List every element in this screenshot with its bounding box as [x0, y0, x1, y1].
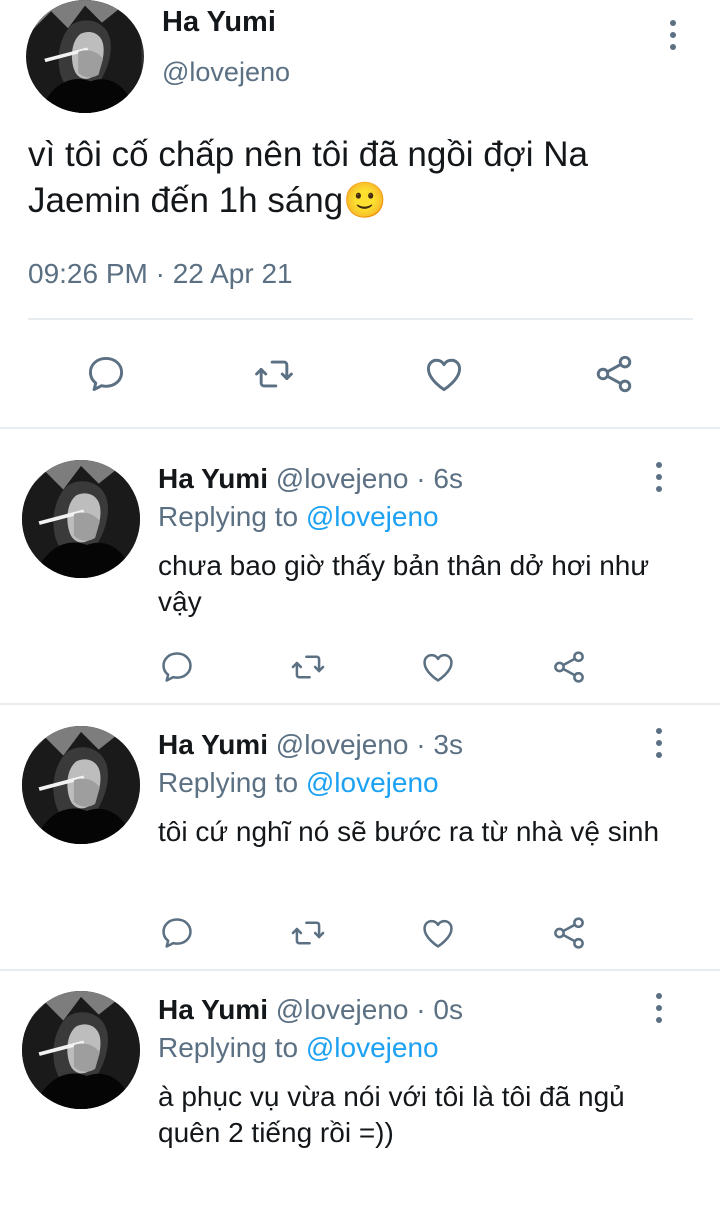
avatar-image [22, 460, 140, 578]
reply-icon[interactable] [158, 914, 196, 952]
section-divider [0, 427, 720, 429]
author-name[interactable]: Ha Yumi [158, 463, 268, 494]
reply-header: Ha Yumi @lovejeno · 3s [158, 729, 463, 761]
replying-to: Replying to @lovejeno [158, 501, 439, 533]
like-icon[interactable] [422, 352, 466, 396]
author-name[interactable]: Ha Yumi [162, 6, 276, 39]
share-icon[interactable] [550, 914, 588, 952]
avatar-image [26, 0, 144, 113]
reply-header: Ha Yumi @lovejeno · 0s [158, 994, 463, 1026]
author-handle[interactable]: @lovejeno [162, 57, 290, 88]
reply-time: 0s [433, 994, 463, 1025]
like-icon[interactable] [419, 914, 457, 952]
reply-text: chưa bao giờ thấy bản thân dở hơi như vậ… [158, 550, 650, 617]
reply-icon[interactable] [84, 352, 128, 396]
reply-header: Ha Yumi @lovejeno · 6s [158, 463, 463, 495]
avatar-image [22, 991, 140, 1109]
avatar-image [22, 726, 140, 844]
avatar[interactable] [22, 726, 140, 844]
reply-time: 3s [433, 729, 463, 760]
retweet-icon[interactable] [252, 352, 296, 396]
author-handle[interactable]: @lovejeno [276, 729, 409, 760]
like-icon[interactable] [419, 648, 457, 686]
reply-time: 6s [433, 463, 463, 494]
reply-text: à phục vụ vừa nói với tôi là tôi đã ngủ … [158, 1081, 625, 1148]
mention-link[interactable]: @lovejeno [306, 1032, 439, 1063]
replying-to: Replying to @lovejeno [158, 767, 439, 799]
tweet-text: vì tôi cố chấp nên tôi đã ngồi đợi Na Ja… [28, 135, 588, 220]
retweet-icon[interactable] [289, 914, 327, 952]
separator-dot: · [416, 463, 426, 494]
author-handle[interactable]: @lovejeno [276, 994, 409, 1025]
share-icon[interactable] [550, 648, 588, 686]
replying-prefix: Replying to [158, 1032, 306, 1063]
replying-to: Replying to @lovejeno [158, 1032, 439, 1064]
more-options-icon[interactable] [649, 462, 669, 492]
avatar[interactable] [22, 991, 140, 1109]
reply-tweet[interactable]: Ha Yumi @lovejeno · 3s Replying to @love… [0, 696, 720, 958]
replying-prefix: Replying to [158, 501, 306, 532]
tweet-timestamp: 09:26 PM · 22 Apr 21 [28, 258, 293, 289]
retweet-icon[interactable] [289, 648, 327, 686]
more-options-icon[interactable] [649, 728, 669, 758]
separator-dot: · [416, 729, 426, 760]
author-handle[interactable]: @lovejeno [276, 463, 409, 494]
reply-tweet[interactable]: Ha Yumi @lovejeno · 0s Replying to @love… [0, 961, 720, 1223]
divider [28, 318, 693, 320]
author-name[interactable]: Ha Yumi [158, 729, 268, 760]
reply-tweet[interactable]: Ha Yumi @lovejeno · 6s Replying to @love… [0, 430, 720, 692]
more-options-icon[interactable] [649, 993, 669, 1023]
reply-text: tôi cứ nghĩ nó sẽ bước ra từ nhà vệ sinh [158, 816, 660, 847]
replying-prefix: Replying to [158, 767, 306, 798]
author-name[interactable]: Ha Yumi [158, 994, 268, 1025]
more-options-icon[interactable] [663, 20, 683, 50]
share-icon[interactable] [592, 352, 636, 396]
avatar[interactable] [22, 460, 140, 578]
mention-link[interactable]: @lovejeno [306, 767, 439, 798]
mention-link[interactable]: @lovejeno [306, 501, 439, 532]
avatar[interactable] [26, 0, 144, 113]
reply-icon[interactable] [158, 648, 196, 686]
separator-dot: · [416, 994, 426, 1025]
